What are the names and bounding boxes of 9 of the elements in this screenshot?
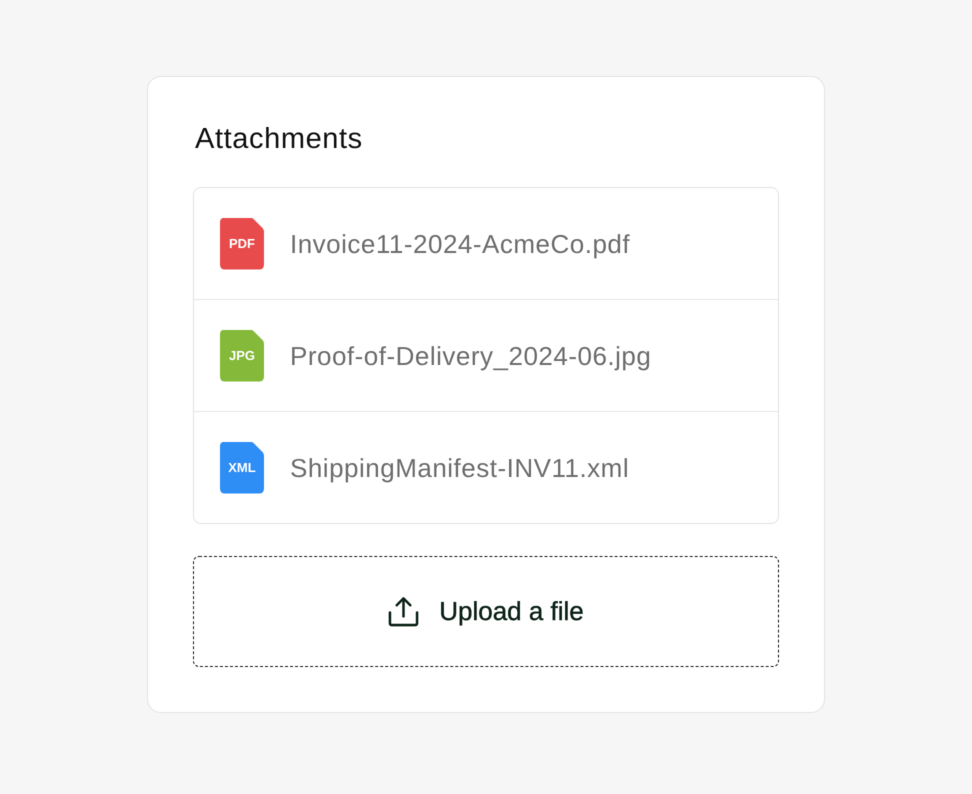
file-name[interactable]: Invoice11-2024-AcmeCo.pdf [290,228,630,260]
upload-icon [388,596,420,627]
file-type-label: XML [228,460,256,476]
file-type-label: JPG [228,348,255,364]
file-name[interactable]: Proof-of-Delivery_2024-06.jpg [290,340,652,372]
file-name[interactable]: ShippingManifest-INV11.xml [290,452,630,484]
card-title: Attachments [195,122,363,156]
file-type-label: PDF [229,236,255,252]
upload-button[interactable]: Upload a file [193,556,779,667]
